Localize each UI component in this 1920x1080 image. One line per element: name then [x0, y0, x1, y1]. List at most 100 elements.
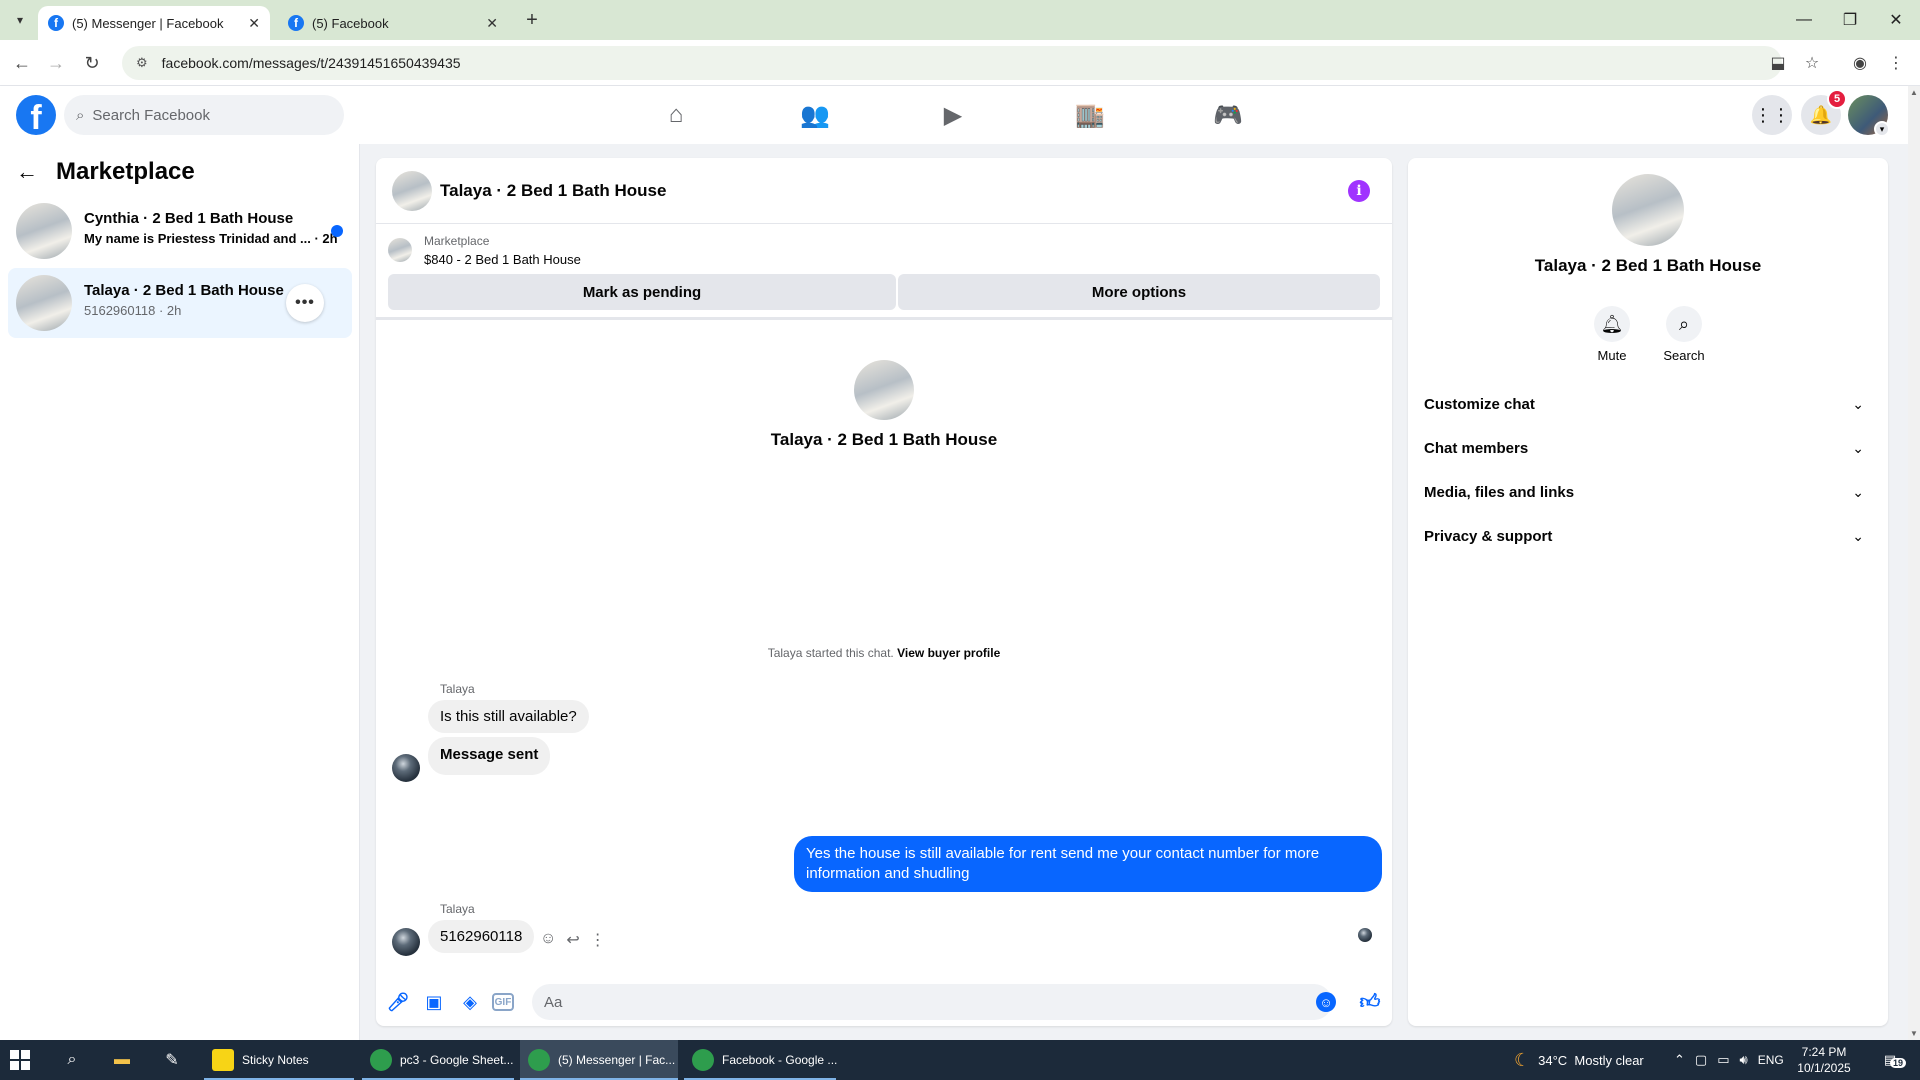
accordion-chat-members[interactable]: Chat members ⌄ — [1424, 426, 1872, 470]
chevron-down-icon[interactable]: ▾ — [1874, 121, 1890, 137]
accordion-label: Chat members — [1424, 439, 1529, 457]
taskbar-app-label: Facebook - Google ... — [722, 1053, 838, 1067]
home-icon[interactable]: ⌂ — [658, 98, 694, 132]
outgoing-message-bubble[interactable]: Yes the house is still available for ren… — [794, 836, 1382, 892]
conversation-item-cynthia[interactable]: Cynthia · 2 Bed 1 Bath House My name is … — [8, 196, 352, 266]
video-icon[interactable]: ▶ — [935, 98, 971, 132]
back-arrow-icon[interactable]: ← — [10, 51, 34, 75]
thumbs-up-like-icon[interactable]: 👍︎ — [1358, 990, 1382, 1014]
taskbar-app-sticky-notes[interactable]: Sticky Notes — [204, 1040, 354, 1080]
listing-avatar — [16, 275, 72, 331]
minimize-icon[interactable]: — — [1784, 6, 1824, 34]
accordion-label: Customize chat — [1424, 395, 1535, 413]
tab-facebook[interactable]: f (5) Facebook ✕ — [278, 6, 508, 40]
microphone-icon[interactable]: 🎤︎ — [386, 990, 410, 1014]
message-bubble[interactable]: Message sent — [428, 737, 551, 775]
chevron-down-icon: ⌄ — [1852, 483, 1864, 500]
input-language[interactable]: ENG — [1758, 1053, 1784, 1067]
reload-icon[interactable]: ↻ — [80, 51, 104, 75]
facebook-favicon-icon: f — [48, 15, 64, 31]
view-buyer-profile-link[interactable]: View buyer profile — [897, 646, 1000, 660]
sender-avatar[interactable] — [392, 754, 420, 782]
message-bubble[interactable]: Is this still available? — [428, 700, 589, 733]
page-scrollbar[interactable]: ▲ ▼ — [1908, 86, 1920, 1040]
marketplace-store-icon[interactable]: 🏬 — [1072, 98, 1108, 132]
more-vertical-icon[interactable]: ⋮ — [590, 930, 606, 950]
site-info-icon[interactable]: ⚙ — [136, 55, 148, 71]
accordion-media-files-links[interactable]: Media, files and links ⌄ — [1424, 470, 1872, 514]
taskbar-app-facebook[interactable]: Facebook - Google ... — [684, 1040, 838, 1080]
window-close-icon[interactable]: ✕ — [1876, 6, 1916, 34]
url-text: facebook.com/messages/t/2439145165043943… — [161, 55, 461, 71]
gif-icon[interactable]: GIF — [492, 993, 514, 1011]
more-options-button[interactable]: More options — [898, 274, 1380, 310]
photo-gallery-icon[interactable]: ▣ — [422, 990, 446, 1014]
close-icon[interactable]: ✕ — [486, 15, 498, 32]
chat-avatar[interactable] — [392, 171, 432, 211]
facebook-search-input[interactable]: ⌕ Search Facebook — [64, 95, 344, 135]
url-omnibox[interactable]: ⚙ facebook.com/messages/t/24391451650439… — [122, 46, 1782, 80]
chat-header: Talaya · 2 Bed 1 Bath House i — [376, 158, 1392, 224]
chat-info-panel: Talaya · 2 Bed 1 Bath House 🔔︎ Mute ⌕ Se… — [1408, 158, 1888, 1026]
browser-tab-bar: ▾ f (5) Messenger | Facebook ✕ f (5) Fac… — [0, 0, 1920, 40]
network-icon[interactable]: ▭ — [1717, 1052, 1729, 1068]
listing-avatar — [16, 203, 72, 259]
conversation-item-talaya[interactable]: Talaya · 2 Bed 1 Bath House 5162960118 ·… — [8, 268, 352, 338]
message-input[interactable]: Aa — [532, 984, 1332, 1020]
listing-banner: Marketplace $840 - 2 Bed 1 Bath House Ma… — [376, 224, 1392, 320]
chevron-down-icon: ⌄ — [1852, 439, 1864, 456]
taskbar-app-sheets[interactable]: pc3 - Google Sheet... — [362, 1040, 514, 1080]
close-icon[interactable]: ✕ — [248, 15, 260, 32]
windows-taskbar: ⌕ ▬ ✎ Sticky Notes pc3 - Google Sheet...… — [0, 1040, 1920, 1080]
sticker-icon[interactable]: ◈ — [458, 990, 482, 1014]
gaming-controller-icon[interactable]: 🎮 — [1210, 98, 1246, 132]
show-hidden-chevron-up-icon[interactable]: ⌃ — [1674, 1052, 1685, 1068]
reply-icon[interactable]: ↩ — [566, 930, 579, 950]
restore-icon[interactable]: ❐ — [1830, 6, 1870, 34]
info-avatar[interactable] — [1612, 174, 1684, 246]
forward-arrow-icon[interactable]: → — [44, 51, 68, 75]
mark-as-pending-button[interactable]: Mark as pending — [388, 274, 896, 310]
facebook-logo-icon[interactable]: f — [16, 95, 56, 135]
mute-button[interactable]: 🔔︎ Mute — [1576, 306, 1648, 363]
paint-app-icon[interactable]: ✎ — [160, 1048, 184, 1072]
chat-title[interactable]: Talaya · 2 Bed 1 Bath House — [440, 181, 666, 201]
file-explorer-icon[interactable]: ▬ — [110, 1048, 134, 1072]
friends-icon[interactable]: 👥 — [797, 98, 833, 132]
profile-circle-icon[interactable]: ◉ — [1848, 51, 1872, 75]
message-bubble[interactable]: 5162960118 — [428, 920, 535, 953]
scroll-down-icon[interactable]: ▼ — [1910, 1029, 1918, 1038]
windows-start-icon[interactable] — [10, 1050, 30, 1070]
info-icon[interactable]: i — [1348, 180, 1370, 202]
taskbar-clock[interactable]: 7:24 PM 10/1/2025 — [1794, 1044, 1854, 1076]
tab-title: (5) Messenger | Facebook — [72, 15, 224, 31]
react-emoji-icon[interactable]: ☺ — [540, 930, 556, 950]
back-arrow-icon[interactable]: ← — [16, 159, 38, 185]
more-options-icon[interactable]: ••• — [286, 284, 324, 322]
search-in-conversation-button[interactable]: ⌕ Search — [1648, 306, 1720, 363]
bookmark-star-icon[interactable]: ☆ — [1800, 51, 1824, 75]
search-icon: ⌕ — [76, 106, 85, 124]
volume-icon[interactable]: 🔊︎ — [1740, 1052, 1748, 1068]
emoji-icon[interactable]: ☺ — [1316, 992, 1336, 1012]
info-name: Talaya · 2 Bed 1 Bath House — [1534, 256, 1762, 275]
listing-title[interactable]: $840 - 2 Bed 1 Bath House — [424, 252, 581, 267]
chrome-icon — [692, 1049, 714, 1071]
accordion-customize-chat[interactable]: Customize chat ⌄ — [1424, 382, 1872, 426]
intro-avatar — [854, 360, 914, 420]
taskbar-app-messenger[interactable]: (5) Messenger | Fac... — [520, 1040, 678, 1080]
meet-now-icon[interactable]: ▢ — [1695, 1052, 1707, 1068]
new-tab-plus-icon[interactable]: + — [520, 8, 544, 32]
accordion-privacy-support[interactable]: Privacy & support ⌄ — [1424, 514, 1872, 558]
weather-widget[interactable]: ☾ 34°C Mostly clear — [1514, 1040, 1644, 1080]
search-icon[interactable]: ⌕ — [60, 1048, 84, 1072]
install-app-icon[interactable]: ⬓ — [1766, 51, 1790, 75]
scroll-up-icon[interactable]: ▲ — [1910, 88, 1918, 97]
tab-search-chevron-icon[interactable]: ▾ — [8, 8, 32, 32]
tab-messenger[interactable]: f (5) Messenger | Facebook ✕ — [38, 6, 270, 40]
menu-grid-icon[interactable]: ⋮⋮ — [1752, 95, 1792, 135]
listing-thumb — [388, 238, 412, 262]
kebab-menu-icon[interactable]: ⋮ — [1884, 51, 1908, 75]
sender-avatar[interactable] — [392, 928, 420, 956]
action-center-icon[interactable]: ▤19 — [1878, 1050, 1907, 1070]
